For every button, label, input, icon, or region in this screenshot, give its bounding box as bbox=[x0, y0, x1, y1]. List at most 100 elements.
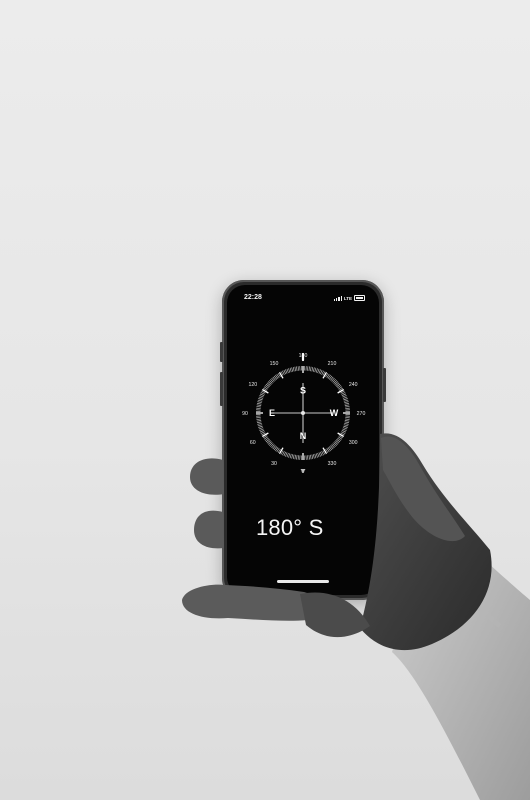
compass-minor-tick bbox=[256, 421, 262, 424]
signal-icon bbox=[334, 295, 342, 301]
compass-major-tick bbox=[322, 447, 328, 455]
degree-label: 330 bbox=[328, 461, 337, 467]
compass-minor-tick bbox=[258, 396, 264, 399]
compass-minor-tick bbox=[310, 366, 312, 372]
battery-icon bbox=[354, 295, 365, 301]
compass-minor-tick bbox=[311, 366, 314, 372]
heading-readout: 180° S bbox=[256, 515, 324, 540]
home-indicator[interactable] bbox=[277, 580, 329, 583]
compass-minor-tick bbox=[286, 452, 289, 458]
compass-minor-tick bbox=[343, 399, 349, 402]
compass-minor-tick bbox=[343, 398, 348, 401]
power-button bbox=[383, 368, 386, 402]
compass-minor-tick bbox=[291, 454, 294, 459]
compass-minor-tick bbox=[259, 429, 265, 433]
compass-minor-tick bbox=[294, 366, 296, 372]
compass-minor-tick bbox=[296, 366, 298, 371]
compass-minor-tick bbox=[286, 368, 289, 374]
degree-label: 120 bbox=[248, 382, 257, 388]
compass-minor-tick bbox=[342, 427, 348, 430]
compass-minor-tick bbox=[308, 366, 310, 371]
compass-minor-tick bbox=[342, 396, 348, 399]
center-dot bbox=[301, 411, 305, 415]
compass-minor-tick bbox=[345, 406, 350, 408]
compass-minor-tick bbox=[256, 404, 262, 406]
middle-finger bbox=[194, 510, 224, 549]
compass-minor-tick bbox=[314, 453, 317, 459]
compass-minor-tick bbox=[258, 427, 264, 430]
compass-minor-tick bbox=[344, 401, 349, 404]
compass-minor-tick bbox=[341, 429, 347, 433]
compass-minor-tick bbox=[318, 452, 321, 457]
cardinal-south: S bbox=[300, 386, 306, 396]
volume-up-button bbox=[220, 342, 223, 362]
compass-minor-tick bbox=[292, 366, 295, 372]
compass-minor-tick bbox=[317, 368, 320, 374]
compass-minor-tick bbox=[289, 367, 292, 373]
phone-screen: 22:28 LTE 180210240270300330030609012015… bbox=[227, 285, 379, 595]
compass-minor-tick bbox=[259, 395, 264, 398]
compass-minor-tick bbox=[345, 418, 350, 420]
compass-minor-tick bbox=[257, 399, 263, 402]
compass-minor-tick bbox=[312, 454, 315, 459]
compass-minor-tick bbox=[257, 401, 262, 404]
degree-label: 30 bbox=[271, 461, 277, 467]
compass-minor-tick bbox=[317, 452, 320, 458]
compass-minor-tick bbox=[308, 455, 310, 460]
photo-scene: 22:28 LTE 180210240270300330030609012015… bbox=[0, 0, 530, 800]
compass-minor-tick bbox=[285, 452, 288, 457]
degree-label: 240 bbox=[349, 382, 358, 388]
cardinal-west: W bbox=[330, 408, 339, 418]
compass-minor-tick bbox=[315, 368, 318, 373]
compass-dial: 1802102402703003300306090120150 S W N E bbox=[242, 352, 366, 475]
compass-minor-tick bbox=[311, 454, 314, 460]
compass-minor-tick bbox=[319, 451, 323, 457]
degree-label: 90 bbox=[242, 411, 248, 417]
compass-minor-tick bbox=[291, 367, 294, 372]
compass-major-tick bbox=[337, 432, 345, 438]
compass-minor-tick bbox=[315, 453, 318, 458]
compass-minor-tick bbox=[259, 393, 265, 397]
compass-minor-tick bbox=[283, 451, 287, 457]
network-type: LTE bbox=[343, 295, 352, 301]
compass-minor-tick bbox=[319, 369, 323, 375]
compass-minor-tick bbox=[344, 402, 350, 405]
degree-label: 60 bbox=[250, 440, 256, 446]
compass-minor-tick bbox=[344, 404, 350, 406]
compass-minor-tick bbox=[318, 369, 321, 374]
compass-minor-tick bbox=[289, 453, 292, 459]
phone: 22:28 LTE 180210240270300330030609012015… bbox=[220, 280, 386, 600]
volume-down-button bbox=[220, 372, 223, 406]
compass-minor-tick bbox=[344, 421, 350, 424]
compass-minor-tick bbox=[258, 398, 263, 401]
cardinal-north: N bbox=[300, 431, 307, 441]
compass-major-tick bbox=[261, 388, 269, 394]
compass-minor-tick bbox=[256, 406, 261, 408]
compass-minor-tick bbox=[344, 422, 349, 425]
compass-minor-tick bbox=[257, 424, 263, 427]
compass-minor-tick bbox=[341, 393, 347, 397]
compass-minor-tick bbox=[258, 425, 263, 428]
status-indicators: LTE bbox=[334, 295, 365, 301]
compass-minor-tick bbox=[283, 369, 287, 375]
compass-minor-tick bbox=[257, 422, 262, 425]
compass-minor-tick bbox=[288, 368, 291, 373]
degree-label: 150 bbox=[270, 361, 279, 367]
compass-major-tick bbox=[261, 432, 269, 438]
degree-label: 270 bbox=[357, 411, 366, 417]
degree-label: 210 bbox=[328, 361, 337, 367]
degree-label: 300 bbox=[349, 440, 358, 446]
compass-minor-tick bbox=[312, 367, 315, 372]
compass-minor-tick bbox=[343, 424, 349, 427]
compass-major-tick bbox=[278, 447, 284, 455]
shirt-sleeve bbox=[392, 520, 530, 800]
compass-minor-tick bbox=[256, 418, 261, 420]
status-time: 22:28 bbox=[244, 294, 262, 301]
compass-minor-tick bbox=[344, 420, 350, 422]
compass-minor-tick bbox=[314, 367, 317, 373]
cardinal-east: E bbox=[269, 408, 275, 418]
compass-minor-tick bbox=[342, 395, 347, 398]
compass-major-tick bbox=[322, 371, 328, 379]
compass-minor-tick bbox=[294, 454, 296, 460]
compass-minor-tick bbox=[256, 402, 262, 405]
